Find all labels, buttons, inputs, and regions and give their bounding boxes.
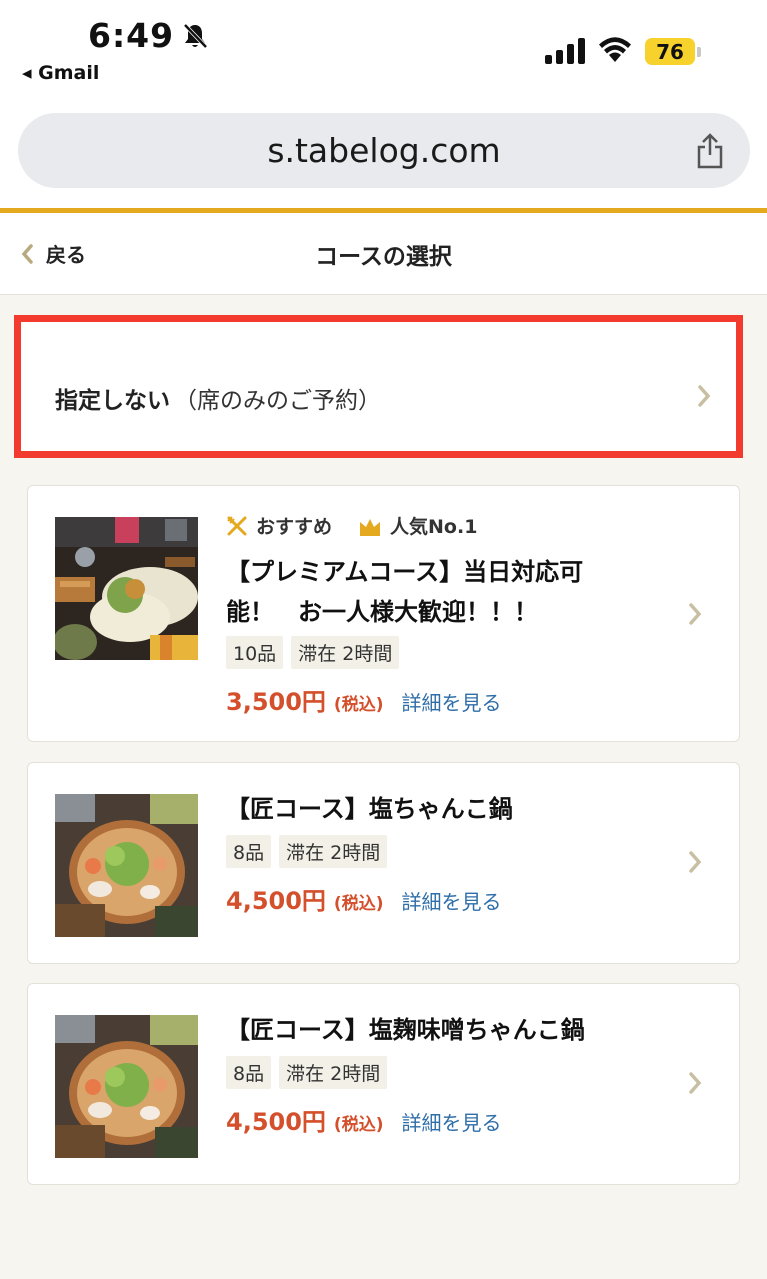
highlight-frame: 指定しない （席のみのご予約） xyxy=(14,315,743,458)
browser-toolbar: s.tabelog.com xyxy=(0,95,767,210)
clock: 6:49 xyxy=(88,16,208,55)
course-price: 3,500円 xyxy=(226,688,326,716)
course-badges: おすすめ 人気No.1 xyxy=(226,512,477,539)
course-photo xyxy=(55,1015,198,1158)
battery-icon: 76 xyxy=(645,38,701,65)
page-title: コースの選択 xyxy=(315,244,452,270)
price-row: 3,500円 (税込) 詳細を見る xyxy=(226,682,501,717)
back-to-app-link[interactable]: ◂ Gmail xyxy=(22,62,99,84)
page-header: 戻る コースの選択 xyxy=(0,213,767,295)
badge-recommended: おすすめ xyxy=(256,516,333,538)
course-card[interactable]: おすすめ 人気No.1 【プレミアムコース】当日対応可 能！ お一人様大歓迎！！… xyxy=(27,485,740,742)
cellular-signal-icon xyxy=(545,38,585,64)
stay-duration-tag: 滞在 2時間 xyxy=(279,1056,388,1089)
course-tags: 8品 滞在 2時間 xyxy=(226,835,388,868)
view-details-link[interactable]: 詳細を見る xyxy=(401,886,501,915)
bell-muted-icon xyxy=(183,23,208,48)
course-tags: 8品 滞在 2時間 xyxy=(226,1056,388,1089)
course-title-line2: 能！ お一人様大歓迎！！！ xyxy=(226,598,538,626)
status-bar: 6:49 ◂ Gmail 76 xyxy=(0,0,767,95)
chevron-right-icon xyxy=(689,1072,702,1094)
course-title: 【プレミアムコース】当日対応可 能！ お一人様大歓迎！！！ xyxy=(226,552,626,632)
course-title: 【匠コース】塩ちゃんこ鍋 xyxy=(226,795,513,823)
course-photo xyxy=(55,517,198,660)
crown-icon xyxy=(360,518,381,536)
stay-duration-tag: 滞在 2時間 xyxy=(291,636,400,669)
course-tags: 10品 滞在 2時間 xyxy=(226,636,400,669)
view-details-link[interactable]: 詳細を見る xyxy=(401,1107,501,1136)
course-price: 4,500円 xyxy=(226,1108,326,1136)
price-row: 4,500円 (税込) 詳細を見る xyxy=(226,881,501,916)
course-price: 4,500円 xyxy=(226,887,326,915)
no-course-label: 指定しない xyxy=(55,388,170,414)
course-title: 【匠コース】塩麹味噌ちゃんこ鍋 xyxy=(226,1016,585,1044)
tax-label: (税込) xyxy=(333,894,384,914)
badge-popular: 人気No.1 xyxy=(390,516,478,538)
chevron-right-icon xyxy=(689,851,702,873)
share-icon[interactable] xyxy=(694,131,726,171)
tax-label: (税込) xyxy=(333,695,384,715)
course-photo xyxy=(55,794,198,937)
course-card[interactable]: 【匠コース】塩麹味噌ちゃんこ鍋 8品 滞在 2時間 4,500円 (税込) 詳細… xyxy=(27,983,740,1185)
item-count-tag: 8品 xyxy=(226,1056,272,1089)
no-course-text: 指定しない （席のみのご予約） xyxy=(55,381,381,415)
course-card[interactable]: 【匠コース】塩ちゃんこ鍋 8品 滞在 2時間 4,500円 (税込) 詳細を見る xyxy=(27,762,740,964)
chevron-right-icon xyxy=(698,385,711,407)
tax-label: (税込) xyxy=(333,1115,384,1135)
address-bar[interactable]: s.tabelog.com xyxy=(18,113,750,188)
course-title-line1: 【プレミアムコース】当日対応可 xyxy=(226,558,584,586)
price-row: 4,500円 (税込) 詳細を見る xyxy=(226,1102,501,1137)
item-count-tag: 10品 xyxy=(226,636,284,669)
fork-knife-icon xyxy=(227,515,247,535)
wifi-icon xyxy=(599,37,631,62)
item-count-tag: 8品 xyxy=(226,835,272,868)
battery-level: 76 xyxy=(645,38,695,65)
clock-time: 6:49 xyxy=(88,16,175,55)
no-course-option[interactable]: 指定しない （席のみのご予約） xyxy=(28,329,729,444)
view-details-link[interactable]: 詳細を見る xyxy=(401,687,501,716)
no-course-sublabel: （席のみのご予約） xyxy=(174,388,381,414)
url-text: s.tabelog.com xyxy=(267,131,501,170)
stay-duration-tag: 滞在 2時間 xyxy=(279,835,388,868)
chevron-right-icon xyxy=(689,603,702,625)
